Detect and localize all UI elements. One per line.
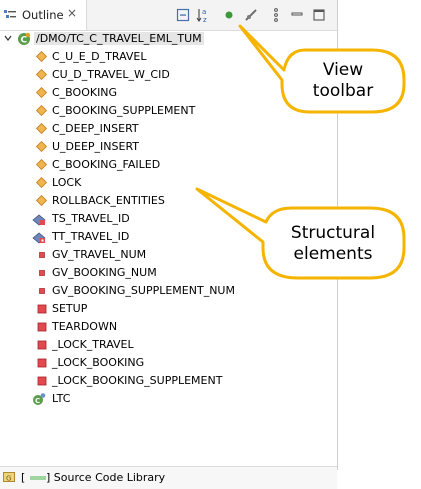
attribute-icon (35, 284, 49, 298)
callout-structural-line1: Structural (290, 223, 376, 243)
callout-structural-line2: elements (293, 244, 373, 264)
tab-outline[interactable]: Outline × (0, 0, 87, 30)
attribute-icon (35, 266, 49, 280)
local-class-icon: C (32, 392, 46, 406)
tree-item-label: _LOCK_TRAVEL (52, 338, 134, 351)
svg-text:a: a (202, 8, 206, 16)
svg-text:C: C (35, 397, 40, 405)
private-method-icon (35, 356, 49, 370)
callout-view-toolbar: View toolbar (283, 60, 403, 102)
package-icon: G (3, 472, 15, 483)
tab-outline-label: Outline (22, 8, 64, 22)
view-menu-icon[interactable] (268, 7, 284, 23)
sort-alphabetically-icon[interactable]: a z (196, 7, 212, 23)
tree-item-label: SETUP (52, 302, 88, 315)
method-icon (35, 194, 49, 208)
tree-item-label: _LOCK_BOOKING (52, 356, 145, 369)
tree-item[interactable]: GV_BOOKING_NUM (0, 264, 337, 282)
private-method-icon (35, 320, 49, 334)
tree-item-label: C_U_E_D_TRAVEL (52, 50, 147, 63)
outline-icon (4, 10, 16, 18)
callout-view-toolbar-line1: View (322, 60, 364, 80)
tree-item[interactable]: _LOCK_BOOKING_SUPPLEMENT (0, 372, 337, 390)
attribute-icon (35, 248, 49, 262)
tree-item-label: GV_BOOKING_NUM (52, 266, 157, 279)
status-bar: G [ ] Source Code Library (0, 466, 337, 489)
tree-item-label: GV_TRAVEL_NUM (52, 248, 147, 261)
tree-item[interactable]: SETUP (0, 300, 337, 318)
close-icon[interactable]: × (67, 6, 77, 20)
green-dot-icon[interactable] (221, 7, 237, 23)
tree-item-label: CU_D_TRAVEL_W_CID (52, 68, 170, 81)
tree-item-label: TEARDOWN (52, 320, 118, 333)
type-icon (32, 212, 46, 226)
status-bracket: [ (21, 471, 26, 484)
test-class-icon: C (18, 32, 31, 46)
method-icon (35, 104, 49, 118)
tree-item[interactable]: _LOCK_BOOKING (0, 354, 337, 372)
method-icon (35, 50, 49, 64)
tree-item[interactable]: TEARDOWN (0, 318, 337, 336)
tree-item-label: C_BOOKING_FAILED (52, 158, 161, 171)
view-tab-bar: Outline × a z (0, 0, 337, 31)
collapse-all-icon[interactable] (175, 7, 191, 23)
library-marker-icon (30, 476, 46, 480)
private-method-icon (35, 302, 49, 316)
tree-item[interactable]: ROLLBACK_ENTITIES (0, 192, 337, 210)
status-library-label: ] Source Code Library (46, 471, 166, 484)
tree-root-label: /DMO/TC_C_TRAVEL_EML_TUM (34, 32, 204, 45)
private-method-icon (35, 374, 49, 388)
tree-item-label: LTC (52, 392, 71, 405)
method-icon (35, 68, 49, 82)
callout-structural-elements: Structural elements (266, 223, 400, 265)
tree-item-label: C_BOOKING (52, 86, 118, 99)
tree-item[interactable]: _LOCK_TRAVEL (0, 336, 337, 354)
tree-item[interactable]: C LTC (0, 390, 337, 408)
tree-item[interactable]: GV_BOOKING_SUPPLEMENT_NUM (0, 282, 337, 300)
maximize-icon[interactable] (311, 7, 327, 23)
tree-item[interactable]: U_DEEP_INSERT (0, 138, 337, 156)
tree-item[interactable]: C_BOOKING_SUPPLEMENT (0, 102, 337, 120)
tree-item[interactable]: LOCK (0, 174, 337, 192)
chevron-down-icon[interactable] (3, 33, 13, 43)
method-icon (35, 122, 49, 136)
method-icon (35, 158, 49, 172)
private-method-icon (35, 338, 49, 352)
svg-text:z: z (203, 16, 207, 23)
table-type-icon (32, 230, 46, 244)
tree-root[interactable]: C /DMO/TC_C_TRAVEL_EML_TUM (0, 30, 337, 48)
tree-item[interactable]: C_DEEP_INSERT (0, 120, 337, 138)
tree-item-label: TT_TRAVEL_ID (52, 230, 130, 243)
tree-item-label: ROLLBACK_ENTITIES (52, 194, 165, 207)
svg-text:C: C (21, 36, 28, 46)
minimize-icon[interactable] (289, 7, 305, 23)
callout-view-toolbar-line2: toolbar (312, 81, 374, 101)
tree-item-label: GV_BOOKING_SUPPLEMENT_NUM (52, 284, 235, 297)
method-icon (35, 86, 49, 100)
tree-item-label: C_BOOKING_SUPPLEMENT (52, 104, 196, 117)
tree-item-label: C_DEEP_INSERT (52, 122, 139, 135)
tree-item[interactable]: C_BOOKING_FAILED (0, 156, 337, 174)
svg-text:G: G (6, 475, 11, 483)
outline-view: Outline × a z C /DMO/TC_C_TRAVEL_EML_TUM… (0, 0, 421, 489)
tree-item-label: TS_TRAVEL_ID (52, 212, 130, 225)
method-icon (35, 176, 49, 190)
hide-non-public-icon[interactable] (243, 7, 259, 23)
tree-item-label: U_DEEP_INSERT (52, 140, 140, 153)
tree-item-label: LOCK (52, 176, 82, 189)
tree-item-label: _LOCK_BOOKING_SUPPLEMENT (52, 374, 223, 387)
method-icon (35, 140, 49, 154)
